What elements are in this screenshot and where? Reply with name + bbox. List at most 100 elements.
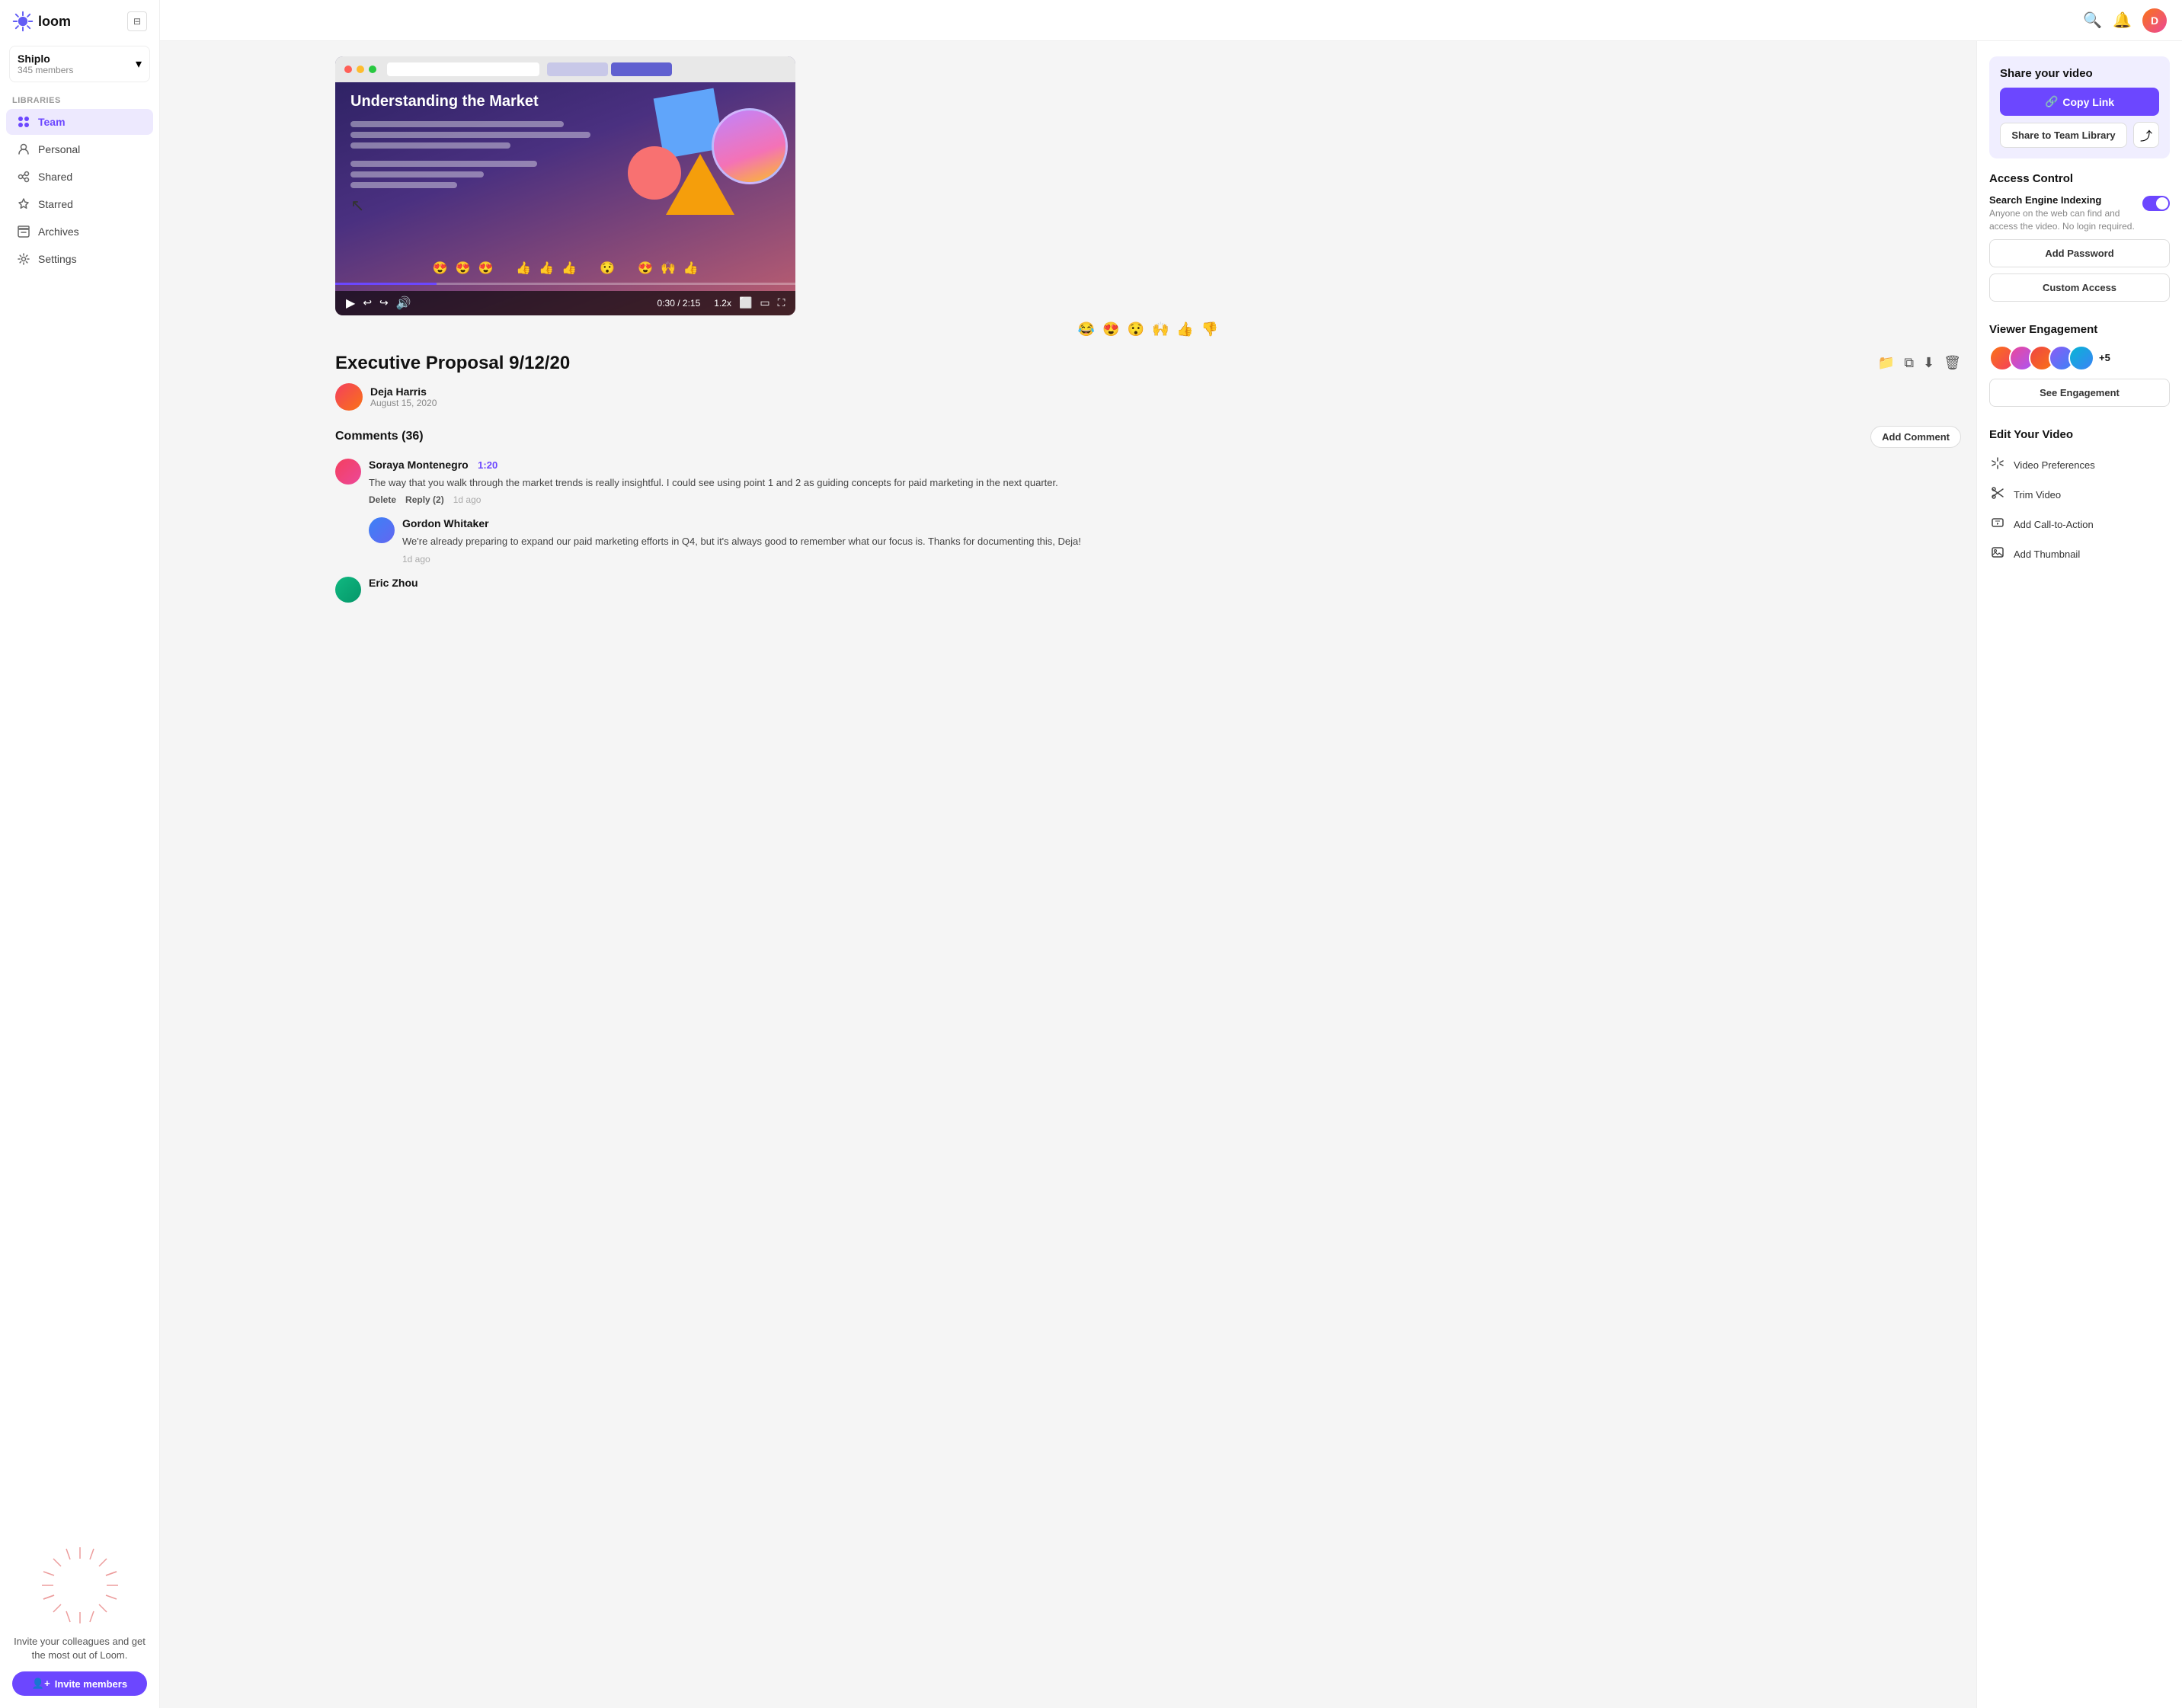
video-title-row: Executive Proposal 9/12/20 📁 ⧉ ⬇ 🗑 (335, 353, 1961, 374)
react-2[interactable]: 😍 (1102, 321, 1119, 337)
delete-button[interactable]: 🗑 (1944, 355, 1961, 371)
miniplayer-icon[interactable]: ⬜ (739, 296, 752, 309)
folder-button[interactable]: 📁 (1878, 355, 1895, 371)
sidebar-item-archives-label: Archives (38, 225, 79, 238)
comments-title: Comments (36) (335, 430, 424, 443)
sidebar-item-personal[interactable]: Personal (6, 136, 153, 162)
presenter-avatar (712, 108, 788, 184)
comment-text-soraya: The way that you walk through the market… (369, 475, 1058, 491)
progress-fill (335, 283, 437, 285)
settings-icon (17, 252, 30, 266)
libraries-label: Libraries (0, 88, 159, 108)
browser-close-dot (344, 66, 352, 73)
browser-tab-1 (547, 62, 608, 76)
sidebar-item-starred-label: Starred (38, 198, 73, 210)
sidebar-item-archives[interactable]: Archives (6, 219, 153, 245)
rewind-button[interactable]: ↩ (363, 296, 372, 309)
link-icon: 🔗 (2045, 95, 2058, 108)
trim-video-item[interactable]: Trim Video (1989, 480, 2170, 510)
react-5[interactable]: 👍 (1176, 321, 1193, 337)
emoji-reactions-bottom: 😂 😍 😯 🙌 👍 👎 (335, 315, 1961, 341)
react-4[interactable]: 🙌 (1152, 321, 1169, 337)
emoji-6: 👍 (561, 261, 577, 276)
workspace-selector[interactable]: Shiplo 345 members ▾ (9, 46, 150, 82)
search-button[interactable]: 🔍 (2083, 11, 2102, 30)
time-display: 0:30 / 2:15 (657, 298, 701, 309)
notification-button[interactable]: 🔔 (2113, 11, 2132, 30)
sidebar-item-team-label: Team (38, 116, 66, 128)
copy-link-button[interactable]: 🔗 Copy Link (2000, 88, 2159, 116)
edit-video-section: Edit Your Video Video Preferences Trim V… (1989, 428, 2170, 569)
sidebar-item-settings[interactable]: Settings (6, 246, 153, 272)
loom-logo: loom (12, 11, 71, 32)
comment-time-soraya: 1d ago (453, 494, 482, 505)
progress-bar[interactable] (335, 283, 795, 285)
sidebar-item-shared-label: Shared (38, 171, 72, 183)
invite-members-button[interactable]: 👤+ Invite members (12, 1671, 147, 1696)
fullscreen-icon[interactable]: ⛶ (778, 296, 785, 309)
emoji-4: 👍 (516, 261, 531, 276)
forward-button[interactable]: ↪ (379, 296, 389, 309)
react-1[interactable]: 😂 (1078, 321, 1095, 337)
react-6[interactable]: 👎 (1201, 321, 1218, 337)
emoji-3: 😍 (478, 261, 493, 276)
comment-content-soraya: Soraya Montenegro 1:20 The way that you … (369, 459, 1058, 506)
sidebar-item-team[interactable]: Team (6, 109, 153, 135)
search-indexing-info: Search Engine Indexing Anyone on the web… (1989, 194, 2142, 233)
delete-comment-button[interactable]: Delete (369, 494, 396, 505)
user-avatar[interactable]: D (2142, 8, 2167, 33)
access-control-section: Access Control Search Engine Indexing An… (1989, 172, 2170, 308)
reply-comment-button[interactable]: Reply (2) (405, 494, 444, 505)
comment-content-gordon: Gordon Whitaker We're already preparing … (402, 517, 1081, 565)
edit-video-title: Edit Your Video (1989, 428, 2170, 441)
team-icon (17, 115, 30, 129)
emoji-8: 😍 (638, 261, 653, 276)
react-3[interactable]: 😯 (1128, 321, 1144, 337)
topbar: 🔍 🔔 D (160, 0, 2182, 41)
app-name: loom (38, 14, 71, 30)
video-preferences-item[interactable]: Video Preferences (1989, 450, 2170, 480)
add-password-button[interactable]: Add Password (1989, 239, 2170, 267)
share-library-button[interactable]: Share to Team Library (2000, 123, 2127, 148)
video-player[interactable]: Understanding the Market ↖ (335, 56, 795, 315)
share-library-row: Share to Team Library ⤴ (2000, 122, 2159, 148)
video-title: Executive Proposal 9/12/20 (335, 353, 570, 374)
author-avatar (335, 383, 363, 411)
see-engagement-button[interactable]: See Engagement (1989, 379, 2170, 407)
presenter-face (714, 110, 785, 182)
volume-button[interactable]: 🔊 (396, 296, 411, 311)
invite-text: Invite your colleagues and get the most … (12, 1635, 147, 1662)
collapse-sidebar-button[interactable]: ⊟ (127, 11, 147, 31)
add-cta-item[interactable]: Add Call-to-Action (1989, 510, 2170, 539)
trim-icon (1989, 486, 2006, 504)
video-actions: 📁 ⧉ ⬇ 🗑 (1878, 355, 1961, 371)
theater-icon[interactable]: ▭ (760, 296, 769, 309)
copy-button[interactable]: ⧉ (1904, 355, 1914, 371)
comments-header: Comments (36) Add Comment (335, 426, 1961, 448)
main-content: Understanding the Market ↖ (320, 41, 2182, 1708)
shared-icon (17, 170, 30, 184)
download-button[interactable]: ⬇ (1923, 355, 1934, 371)
video-content-text: Understanding the Market ↖ (350, 93, 617, 216)
personal-icon (17, 142, 30, 156)
browser-bar (335, 56, 795, 82)
sidebar-item-shared[interactable]: Shared (6, 164, 153, 190)
custom-access-button[interactable]: Custom Access (1989, 273, 2170, 302)
comments-section: Comments (36) Add Comment Soraya Montene… (335, 426, 1961, 603)
search-indexing-toggle[interactable] (2142, 196, 2170, 211)
sidebar: loom ⊟ Shiplo 345 members ▾ Libraries Te… (0, 0, 160, 1708)
comment-actions-gordon: 1d ago (402, 554, 1081, 565)
star-icon (17, 197, 30, 211)
play-button[interactable]: ▶ (346, 296, 355, 311)
emoji-7: 😯 (600, 261, 615, 276)
workspace-name: Shiplo (18, 53, 73, 65)
share-more-button[interactable]: ⤴ (2133, 122, 2159, 148)
playback-speed[interactable]: 1.2x (714, 298, 731, 309)
cursor-icon: ↖ (350, 196, 617, 216)
add-comment-button[interactable]: Add Comment (1870, 426, 1961, 448)
sidebar-item-starred[interactable]: Starred (6, 191, 153, 217)
emoji-10: 👍 (683, 261, 699, 276)
comment-author-eric: Eric Zhou (369, 577, 418, 589)
add-thumbnail-item[interactable]: Add Thumbnail (1989, 539, 2170, 569)
emoji-9: 🙌 (661, 261, 676, 276)
